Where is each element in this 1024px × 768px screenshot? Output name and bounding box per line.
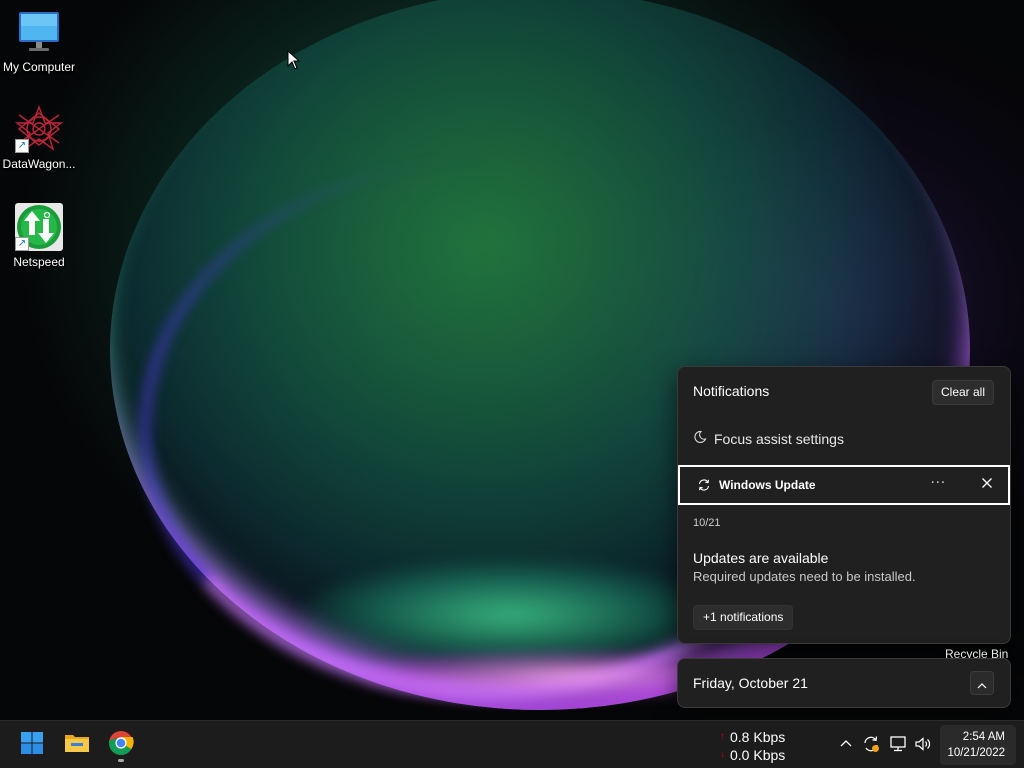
notification-body: Required updates need to be installed. [693,569,916,584]
file-explorer-button[interactable] [57,725,97,765]
notification-app-header[interactable]: Windows Update ··· [678,465,1010,505]
clock-date: 10/21/2022 [947,747,1005,759]
notification-app-name: Windows Update [719,478,816,492]
notification-date: 10/21 [693,517,721,529]
focus-assist-label: Focus assist settings [714,430,844,447]
monitor-icon [15,8,63,56]
taskbar: ↑ 0.8 Kbps ↓ 0.0 Kbps 2:54 AM 10/21/2022 [0,720,1024,768]
clock-button[interactable]: 2:54 AM 10/21/2022 [940,725,1016,765]
netspeed-widget[interactable]: ↑ 0.8 Kbps ↓ 0.0 Kbps [720,728,785,764]
chevron-up-icon [977,674,987,693]
more-notifications-button[interactable]: +1 notifications [693,605,794,630]
notification-title: Updates are available [693,550,829,566]
mouse-cursor-icon [287,49,301,74]
desktop-icon-netspeed[interactable]: ↗ Netspeed [0,203,78,269]
close-icon[interactable] [981,477,993,489]
chrome-button[interactable] [101,725,141,765]
datawagon-icon: ↗ [14,105,64,153]
calendar-flyout: Friday, October 21 [677,658,1011,708]
running-indicator [118,759,124,762]
calendar-date-label: Friday, October 21 [693,675,808,691]
notifications-title: Notifications [693,383,770,399]
clear-all-button[interactable]: Clear all [932,380,994,405]
desktop-icon-my-computer[interactable]: My Computer [0,8,78,74]
chrome-icon [108,730,134,760]
upload-speed: 0.8 Kbps [730,729,786,745]
network-icon[interactable] [889,735,907,753]
volume-icon[interactable] [914,735,932,753]
download-speed: 0.0 Kbps [730,747,786,763]
sync-icon [697,478,711,492]
clock-time: 2:54 AM [962,731,1005,743]
download-arrow-icon: ↓ [720,749,725,760]
notification-card[interactable]: 10/21 Updates are available Required upd… [693,517,993,584]
moon-icon [693,430,707,447]
shortcut-arrow-icon: ↗ [15,139,29,153]
desktop-icon-label: DataWagon... [2,157,76,171]
calendar-expand-button[interactable] [970,671,994,695]
chevron-up-icon[interactable] [840,739,852,747]
netspeed-icon: ↗ [15,203,63,251]
start-button[interactable] [12,725,52,765]
desktop-icon-datawagon[interactable]: ↗ DataWagon... [0,105,78,171]
notification-center: Notifications Clear all Focus assist set… [677,366,1011,644]
windows-logo-icon [20,731,44,759]
windows-update-icon[interactable] [862,735,880,753]
desktop-icon-label: Netspeed [13,255,65,269]
shortcut-arrow-icon: ↗ [15,237,29,251]
more-options-button[interactable]: ··· [931,476,946,491]
focus-assist-settings-link[interactable]: Focus assist settings [693,430,844,447]
upload-arrow-icon: ↑ [720,731,725,742]
folder-icon [64,732,90,758]
desktop-icon-label: My Computer [2,60,76,74]
